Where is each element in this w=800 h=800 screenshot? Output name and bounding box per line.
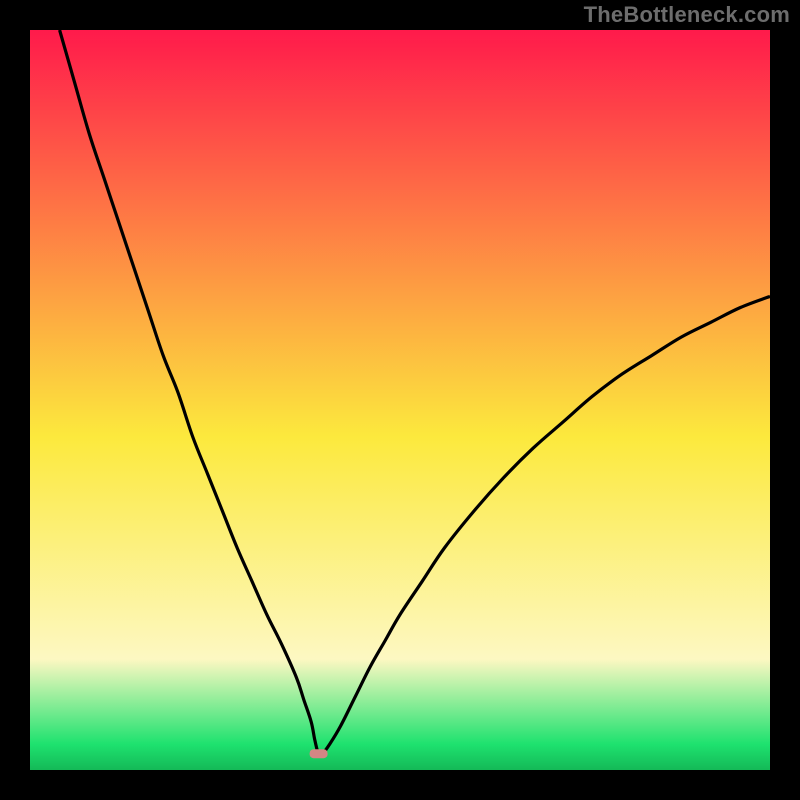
plot-area [30, 30, 770, 770]
bottleneck-chart [30, 30, 770, 770]
chart-frame: TheBottleneck.com [0, 0, 800, 800]
gradient-background [30, 30, 770, 770]
optimal-marker [310, 749, 328, 758]
watermark-text: TheBottleneck.com [584, 2, 790, 28]
